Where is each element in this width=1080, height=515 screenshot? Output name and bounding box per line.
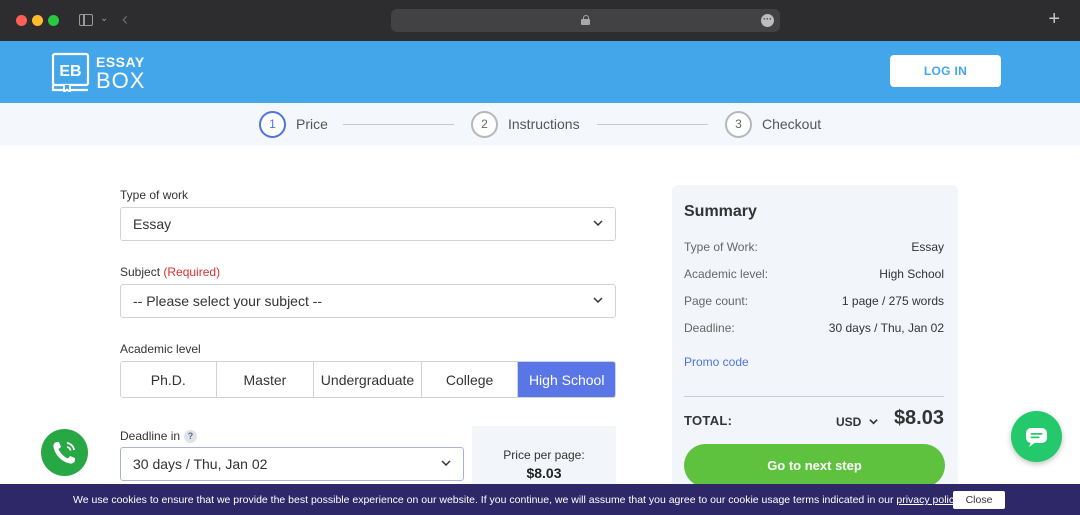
- type-of-work-select[interactable]: Essay: [120, 207, 616, 241]
- summary-value: 30 days / Thu, Jan 02: [828, 321, 944, 335]
- level-option-high-school[interactable]: High School: [518, 362, 615, 397]
- phone-icon: [53, 442, 75, 464]
- step-connector: [597, 124, 708, 125]
- new-tab-icon[interactable]: +: [1048, 8, 1060, 30]
- level-option-phd[interactable]: Ph.D.: [121, 362, 217, 397]
- academic-level-label: Academic level: [120, 342, 201, 356]
- browser-toolbar: ⌄ ‹ ··· +: [0, 0, 1080, 41]
- level-option-master[interactable]: Master: [216, 362, 315, 397]
- summary-divider: [684, 396, 944, 397]
- step-label: Checkout: [762, 116, 822, 132]
- step-label: Price: [296, 116, 328, 132]
- phone-button[interactable]: [41, 429, 88, 476]
- price-per-page-value: $8.03: [526, 465, 562, 481]
- chevron-down-icon[interactable]: [869, 417, 878, 426]
- book-logo-icon: EB: [51, 52, 90, 92]
- cookie-text: We use cookies to ensure that we provide…: [73, 494, 959, 506]
- summary-value: High School: [879, 267, 944, 281]
- summary-value: 1 page / 275 words: [841, 294, 944, 308]
- sidebar-toggle-icon[interactable]: [79, 14, 93, 26]
- summary-value: Essay: [911, 240, 944, 254]
- help-icon[interactable]: ?: [184, 430, 198, 443]
- next-step-button[interactable]: Go to next step: [684, 444, 945, 487]
- summary-key: Deadline:: [684, 321, 735, 335]
- deadline-select[interactable]: 30 days / Thu, Jan 02: [120, 447, 464, 481]
- login-button[interactable]: LOG IN: [890, 55, 1001, 87]
- promo-code-link[interactable]: Promo code: [684, 355, 749, 369]
- step-number: 1: [259, 110, 286, 138]
- chevron-down-icon: [593, 220, 603, 227]
- site-header: EB ESSAY BOX LOG IN: [0, 41, 1080, 103]
- subject-select[interactable]: -- Please select your subject --: [120, 284, 616, 318]
- step-instructions[interactable]: 2 Instructions: [471, 110, 580, 138]
- total-label: TOTAL:: [684, 413, 733, 428]
- summary-title: Summary: [684, 203, 757, 220]
- more-options-icon[interactable]: ···: [761, 14, 774, 27]
- currency-select[interactable]: USD: [836, 415, 861, 429]
- summary-row-level: Academic level: High School: [684, 267, 944, 281]
- subject-value: -- Please select your subject --: [133, 293, 323, 309]
- type-of-work-value: Essay: [133, 216, 172, 232]
- step-number: 2: [471, 110, 498, 138]
- chat-button[interactable]: [1011, 411, 1062, 462]
- summary-row-type: Type of Work: Essay: [684, 240, 944, 254]
- price-per-page-label: Price per page:: [503, 448, 585, 462]
- summary-row-pages: Page count: 1 page / 275 words: [684, 294, 944, 308]
- chevron-down-icon: [441, 460, 451, 467]
- chevron-down-icon: [593, 297, 603, 304]
- level-option-undergraduate[interactable]: Undergraduate: [314, 362, 422, 397]
- step-checkout[interactable]: 3 Checkout: [725, 110, 822, 138]
- lock-icon: [581, 15, 590, 25]
- subject-label: Subject (Required): [120, 265, 220, 279]
- level-option-college[interactable]: College: [421, 362, 519, 397]
- back-arrow-icon[interactable]: ‹: [122, 9, 128, 30]
- logo-initials: EB: [59, 63, 81, 80]
- type-of-work-label: Type of work: [120, 188, 189, 202]
- logo-text-box: BOX: [96, 68, 146, 93]
- cookie-message: We use cookies to ensure that we provide…: [73, 494, 897, 506]
- essaybox-logo[interactable]: EB ESSAY BOX: [51, 52, 151, 96]
- deadline-label-text: Deadline in: [120, 429, 181, 443]
- summary-row-deadline: Deadline: 30 days / Thu, Jan 02: [684, 321, 944, 335]
- privacy-policy-link[interactable]: privacy policy: [896, 494, 959, 506]
- cookie-banner: We use cookies to ensure that we provide…: [0, 484, 1080, 515]
- summary-key: Academic level:: [684, 267, 769, 281]
- address-bar[interactable]: ···: [391, 9, 780, 32]
- step-label: Instructions: [508, 116, 580, 132]
- total-value: $8.03: [893, 407, 944, 429]
- zoom-window-icon[interactable]: [48, 15, 59, 26]
- cookie-close-button[interactable]: Close: [953, 491, 1005, 509]
- deadline-label: Deadline in?: [120, 429, 198, 443]
- chevron-down-icon[interactable]: ⌄: [100, 13, 108, 24]
- chat-icon: [1026, 428, 1047, 447]
- summary-key: Page count:: [684, 294, 749, 308]
- price-per-page-box: Price per page: $8.03: [472, 426, 616, 486]
- required-marker: (Required): [163, 265, 221, 279]
- step-number: 3: [725, 110, 752, 138]
- subject-label-text: Subject: [120, 265, 161, 279]
- academic-level-selector: Ph.D. Master Undergraduate College High …: [120, 361, 616, 398]
- step-price[interactable]: 1 Price: [259, 110, 328, 138]
- deadline-value: 30 days / Thu, Jan 02: [133, 456, 268, 472]
- step-connector: [343, 124, 454, 125]
- order-stepper: 1 Price 2 Instructions 3 Checkout: [0, 103, 1080, 146]
- order-summary: Summary Type of Work: Essay Academic lev…: [672, 185, 958, 495]
- summary-key: Type of Work:: [684, 240, 758, 254]
- minimize-window-icon[interactable]: [32, 15, 43, 26]
- close-window-icon[interactable]: [16, 15, 27, 26]
